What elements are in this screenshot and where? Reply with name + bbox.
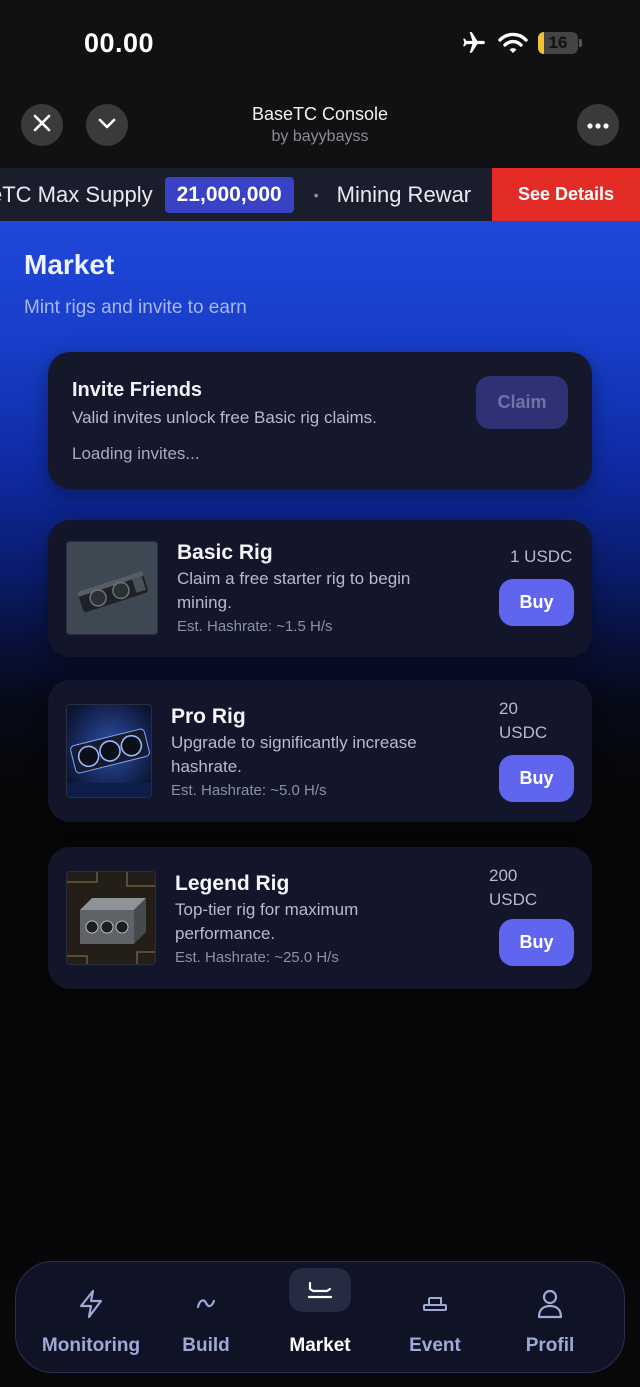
ticker-text-supply: eTC Max Supply xyxy=(0,181,153,207)
rig-price: 1 USDC xyxy=(510,547,573,566)
podium-icon xyxy=(404,1282,466,1326)
buy-button-basic[interactable]: Buy xyxy=(499,579,574,626)
rig-card-legend: Legend Rig Top-tier rig for maximum perf… xyxy=(48,847,592,989)
nav-label: Profil xyxy=(525,1335,575,1356)
see-details-button[interactable]: See Details xyxy=(492,168,640,221)
rig-card-pro: Pro Rig Upgrade to significantly increas… xyxy=(48,680,592,822)
buy-button-pro[interactable]: Buy xyxy=(499,755,574,802)
news-ticker: eTC Max Supply 21,000,000 • Mining Rewar… xyxy=(0,168,640,221)
tilde-icon xyxy=(175,1282,237,1326)
gpu-basic-image xyxy=(66,541,158,635)
rig-card-basic: Basic Rig Claim a free starter rig to be… xyxy=(48,520,592,657)
invite-status: Loading invites... xyxy=(72,444,200,463)
market-section: Market Mint rigs and invite to earn Invi… xyxy=(0,221,640,1281)
rig-name: Pro Rig xyxy=(171,705,246,728)
invite-description: Valid invites unlock free Basic rig clai… xyxy=(72,408,377,427)
battery-icon: 16 xyxy=(538,32,582,54)
status-icons: 16 xyxy=(460,30,582,56)
nav-label: Event xyxy=(409,1335,461,1356)
app-screen: 00.00 16 BaseTC Console by bayybayss eTC… xyxy=(0,0,640,1387)
status-clock: 00.00 xyxy=(84,28,155,58)
status-bar: 00.00 16 xyxy=(0,0,640,88)
nav-item-monitoring[interactable]: Monitoring xyxy=(31,1262,151,1374)
gpu-legend-image xyxy=(66,871,156,965)
battery-level: 16 xyxy=(548,33,568,52)
more-button[interactable] xyxy=(577,104,619,146)
nav-item-market[interactable]: Market xyxy=(260,1262,380,1374)
rig-description: Top-tier rig for maximum performance. xyxy=(175,900,359,943)
rig-name: Legend Rig xyxy=(175,872,290,895)
battery-fill xyxy=(538,32,545,54)
rig-hashrate: Est. Hashrate: ~25.0 H/s xyxy=(175,949,339,966)
nav-item-build[interactable]: Build xyxy=(146,1262,266,1374)
buy-button-legend[interactable]: Buy xyxy=(499,919,574,966)
ticker-separator: • xyxy=(313,186,319,203)
rig-hashrate: Est. Hashrate: ~1.5 H/s xyxy=(177,618,333,635)
title-bar: BaseTC Console by bayybayss xyxy=(0,88,640,168)
nav-label: Monitoring xyxy=(41,1335,141,1356)
app-subtitle: by bayybayss xyxy=(271,128,369,145)
rig-name: Basic Rig xyxy=(177,541,273,564)
rig-price: 200 USDC xyxy=(489,866,538,909)
nav-item-profile[interactable]: Profil xyxy=(490,1262,610,1374)
invite-card: Invite Friends Valid invites unlock free… xyxy=(48,352,592,489)
airplane-mode-icon xyxy=(460,30,488,56)
app-title: BaseTC Console xyxy=(251,104,389,124)
rig-description: Upgrade to significantly increase hashra… xyxy=(171,733,417,776)
page-title: Market xyxy=(24,249,115,280)
rig-hashrate: Est. Hashrate: ~5.0 H/s xyxy=(171,782,327,799)
claim-button[interactable]: Claim xyxy=(476,376,568,429)
rig-description: Claim a free starter rig to begin mining… xyxy=(177,569,411,612)
nav-item-event[interactable]: Event xyxy=(375,1262,495,1374)
page-subtitle: Mint rigs and invite to earn xyxy=(24,297,247,318)
bottom-nav: Monitoring Build Market Event Profil xyxy=(15,1261,625,1373)
tray-icon xyxy=(289,1268,351,1312)
rig-price: 20 USDC xyxy=(499,699,548,742)
lightning-icon xyxy=(60,1282,122,1326)
more-icon xyxy=(587,116,609,134)
invite-title: Invite Friends xyxy=(72,379,203,401)
user-icon xyxy=(519,1282,581,1326)
gpu-pro-image xyxy=(66,704,152,798)
wifi-icon xyxy=(498,31,528,55)
ticker-badge-supply: 21,000,000 xyxy=(164,176,294,213)
nav-label: Build xyxy=(182,1335,230,1356)
ticker-text-rewards: Mining Rewar xyxy=(336,181,472,207)
nav-label: Market xyxy=(289,1335,351,1356)
ticker-track: eTC Max Supply 21,000,000 • Mining Rewar xyxy=(0,168,471,221)
